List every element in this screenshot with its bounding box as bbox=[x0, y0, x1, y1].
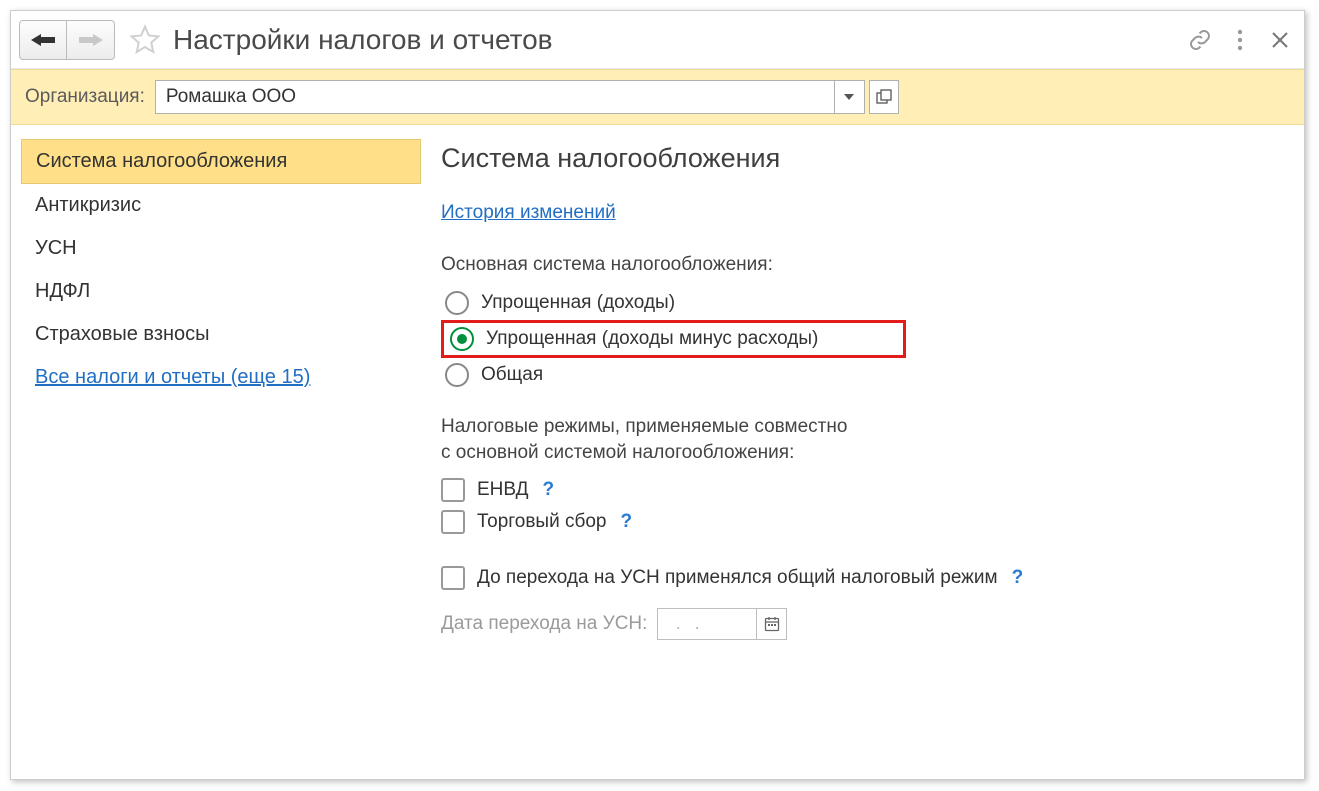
usn-date-input[interactable] bbox=[657, 608, 757, 640]
help-envd-icon[interactable]: ? bbox=[543, 479, 555, 501]
modes-label-line1: Налоговые режимы, применяемые совместно bbox=[441, 416, 1294, 438]
link-icon[interactable] bbox=[1184, 24, 1216, 56]
help-torg-sbor-icon[interactable]: ? bbox=[621, 511, 633, 533]
content-heading: Система налогообложения bbox=[441, 143, 1294, 174]
organization-label: Организация: bbox=[25, 86, 145, 108]
history-link[interactable]: История изменений bbox=[441, 202, 616, 224]
sidebar-item-usn[interactable]: УСН bbox=[21, 227, 421, 270]
organization-dropdown-button[interactable] bbox=[835, 80, 865, 114]
radio-simplified-income-label: Упрощенная (доходы) bbox=[481, 292, 675, 314]
radio-simplified-income-minus-expenses[interactable] bbox=[450, 327, 474, 351]
sidebar-item-anticrisis[interactable]: Антикризис bbox=[21, 184, 421, 227]
page-title: Настройки налогов и отчетов bbox=[173, 24, 1176, 56]
back-button[interactable] bbox=[19, 20, 67, 60]
favorite-star-icon[interactable] bbox=[127, 22, 163, 58]
checkbox-torg-sbor-label: Торговый сбор bbox=[477, 511, 607, 533]
radio-general[interactable] bbox=[445, 363, 469, 387]
sidebar-all-taxes-link[interactable]: Все налоги и отчеты (еще 15) bbox=[35, 366, 310, 388]
close-button[interactable] bbox=[1264, 24, 1296, 56]
checkbox-torg-sbor[interactable] bbox=[441, 510, 465, 534]
radio-simplified-income-minus-expenses-label: Упрощенная (доходы минус расходы) bbox=[486, 328, 818, 350]
checkbox-prior-general-regime[interactable] bbox=[441, 566, 465, 590]
sidebar-item-insurance[interactable]: Страховые взносы bbox=[21, 313, 421, 356]
calendar-icon[interactable] bbox=[757, 608, 787, 640]
radio-general-label: Общая bbox=[481, 364, 543, 386]
modes-label-line2: с основной системой налогообложения: bbox=[441, 442, 1294, 464]
organization-open-button[interactable] bbox=[869, 80, 899, 114]
sidebar-item-ndfl[interactable]: НДФЛ bbox=[21, 270, 421, 313]
sidebar-item-tax-system[interactable]: Система налогообложения bbox=[21, 139, 421, 184]
help-prior-general-icon[interactable]: ? bbox=[1012, 567, 1024, 589]
forward-button[interactable] bbox=[67, 20, 115, 60]
checkbox-envd-label: ЕНВД bbox=[477, 479, 529, 501]
checkbox-prior-general-regime-label: До перехода на УСН применялся общий нало… bbox=[477, 567, 998, 589]
kebab-menu-icon[interactable] bbox=[1224, 24, 1256, 56]
radio-simplified-income[interactable] bbox=[445, 291, 469, 315]
usn-date-label: Дата перехода на УСН: bbox=[441, 613, 647, 635]
checkbox-envd[interactable] bbox=[441, 478, 465, 502]
organization-input[interactable] bbox=[155, 80, 835, 114]
main-system-label: Основная система налогообложения: bbox=[441, 254, 1294, 276]
